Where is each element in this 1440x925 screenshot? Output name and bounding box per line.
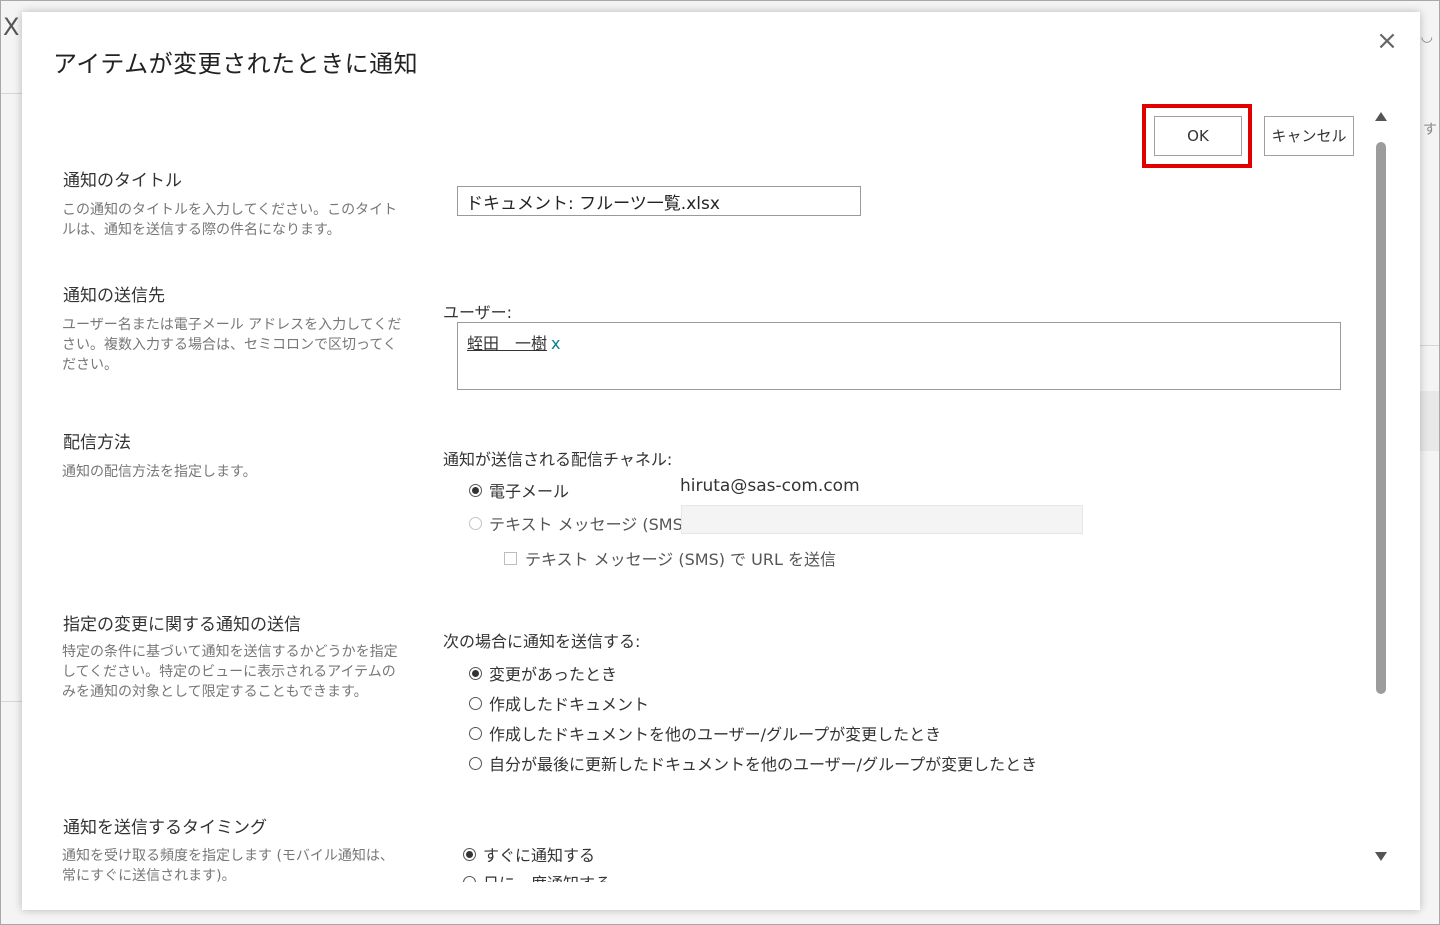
scroll-down-arrow-icon[interactable] [1375, 852, 1387, 861]
dialog-title: アイテムが変更されたときに通知 [53, 50, 419, 78]
alert-dialog: アイテムが変更されたときに通知 × OK キャンセル 通知のタイトル この通知の… [22, 12, 1420, 910]
section-heading-changes: 指定の変更に関する通知の送信 [63, 615, 301, 635]
dialog-scrollbar[interactable] [1370, 112, 1392, 882]
remove-user-icon[interactable]: x [551, 334, 560, 353]
section-heading-timing: 通知を送信するタイミング [63, 818, 267, 838]
delivery-email-option[interactable]: 電子メール [469, 478, 569, 502]
user-token: 蛭田 一樹 x [467, 330, 560, 354]
change-option-label: 変更があったとき [489, 665, 618, 684]
timing-option-label: 日に一度通知する [483, 870, 611, 882]
section-description-delivery: 通知の配信方法を指定します。 [62, 464, 257, 480]
email-label: 電子メール [489, 482, 570, 501]
section-description-timing: 通知を受け取る頻度を指定します (モバイル通知は、常にすぐに送信されます)。 [62, 848, 394, 882]
alert-title-input[interactable] [457, 186, 861, 216]
user-name-link[interactable]: 蛭田 一樹 [467, 334, 547, 353]
sms-radio[interactable] [469, 516, 482, 530]
cancel-button[interactable]: キャンセル [1264, 116, 1354, 156]
change-option-created[interactable]: 作成したドキュメント [469, 691, 649, 715]
section-description-recipients: ユーザー名または電子メール アドレスを入力してください。複数入力する場合は、セミ… [62, 317, 402, 373]
section-description-title: この通知のタイトルを入力してください。このタイトルは、通知を送信する際の件名にな… [62, 202, 398, 238]
users-picker-input[interactable]: 蛭田 一樹 x [457, 322, 1341, 390]
send-when-label: 次の場合に通知を送信する: [443, 632, 641, 651]
change-option-created-modified-by-others[interactable]: 作成したドキュメントを他のユーザー/グループが変更したとき [469, 721, 941, 745]
timing-immediate-radio[interactable] [463, 847, 476, 861]
background-panel [1419, 391, 1439, 451]
timing-option-label: すぐに通知する [483, 846, 596, 865]
background-edge-icon: ◡ [1420, 29, 1433, 45]
background-divider [1, 93, 23, 94]
change-option-any[interactable]: 変更があったとき [469, 661, 617, 685]
background-divider [1419, 345, 1439, 346]
email-address-value: hiruta@sas-com.com [680, 476, 860, 496]
background-divider [1, 701, 23, 702]
section-heading-title: 通知のタイトル [63, 171, 182, 191]
change-created-radio[interactable] [469, 696, 482, 710]
change-option-last-modified-by-others[interactable]: 自分が最後に更新したドキュメントを他のユーザー/グループが変更したとき [469, 751, 1037, 775]
change-created-others-radio[interactable] [469, 726, 482, 740]
delivery-sms-option[interactable]: テキスト メッセージ (SMS) [469, 511, 689, 535]
ok-button[interactable]: OK [1154, 116, 1242, 156]
scroll-up-arrow-icon[interactable] [1375, 112, 1387, 121]
timing-option-daily[interactable]: 日に一度通知する [463, 870, 611, 882]
sms-url-checkbox[interactable] [504, 551, 517, 565]
delivery-channel-label: 通知が送信される配信チャネル: [443, 450, 673, 469]
timing-option-immediate[interactable]: すぐに通知する [463, 842, 595, 866]
timing-daily-radio[interactable] [463, 875, 476, 882]
email-radio[interactable] [469, 483, 482, 497]
section-description-changes: 特定の条件に基づいて通知を送信するかどうかを指定してください。特定のビューに表示… [62, 644, 398, 700]
change-any-radio[interactable] [469, 666, 482, 680]
sms-url-label: テキスト メッセージ (SMS) で URL を送信 [525, 550, 836, 569]
close-icon[interactable]: × [1372, 26, 1402, 56]
sms-number-input[interactable] [681, 505, 1083, 534]
sms-label: テキスト メッセージ (SMS) [489, 515, 689, 534]
change-last-modified-radio[interactable] [469, 756, 482, 770]
sms-url-option[interactable]: テキスト メッセージ (SMS) で URL を送信 [504, 546, 836, 570]
users-label: ユーザー: [443, 303, 513, 322]
scroll-thumb[interactable] [1376, 142, 1386, 694]
change-option-label: 作成したドキュメント [489, 695, 650, 714]
section-heading-delivery: 配信方法 [63, 433, 131, 453]
change-option-label: 自分が最後に更新したドキュメントを他のユーザー/グループが変更したとき [489, 755, 1038, 774]
dialog-content: OK キャンセル 通知のタイトル この通知のタイトルを入力してください。このタイ… [22, 102, 1370, 882]
background-close-icon: X [3, 13, 20, 41]
section-heading-recipients: 通知の送信先 [63, 286, 165, 306]
change-option-label: 作成したドキュメントを他のユーザー/グループが変更したとき [489, 725, 942, 744]
background-edge-text: す [1423, 122, 1437, 138]
